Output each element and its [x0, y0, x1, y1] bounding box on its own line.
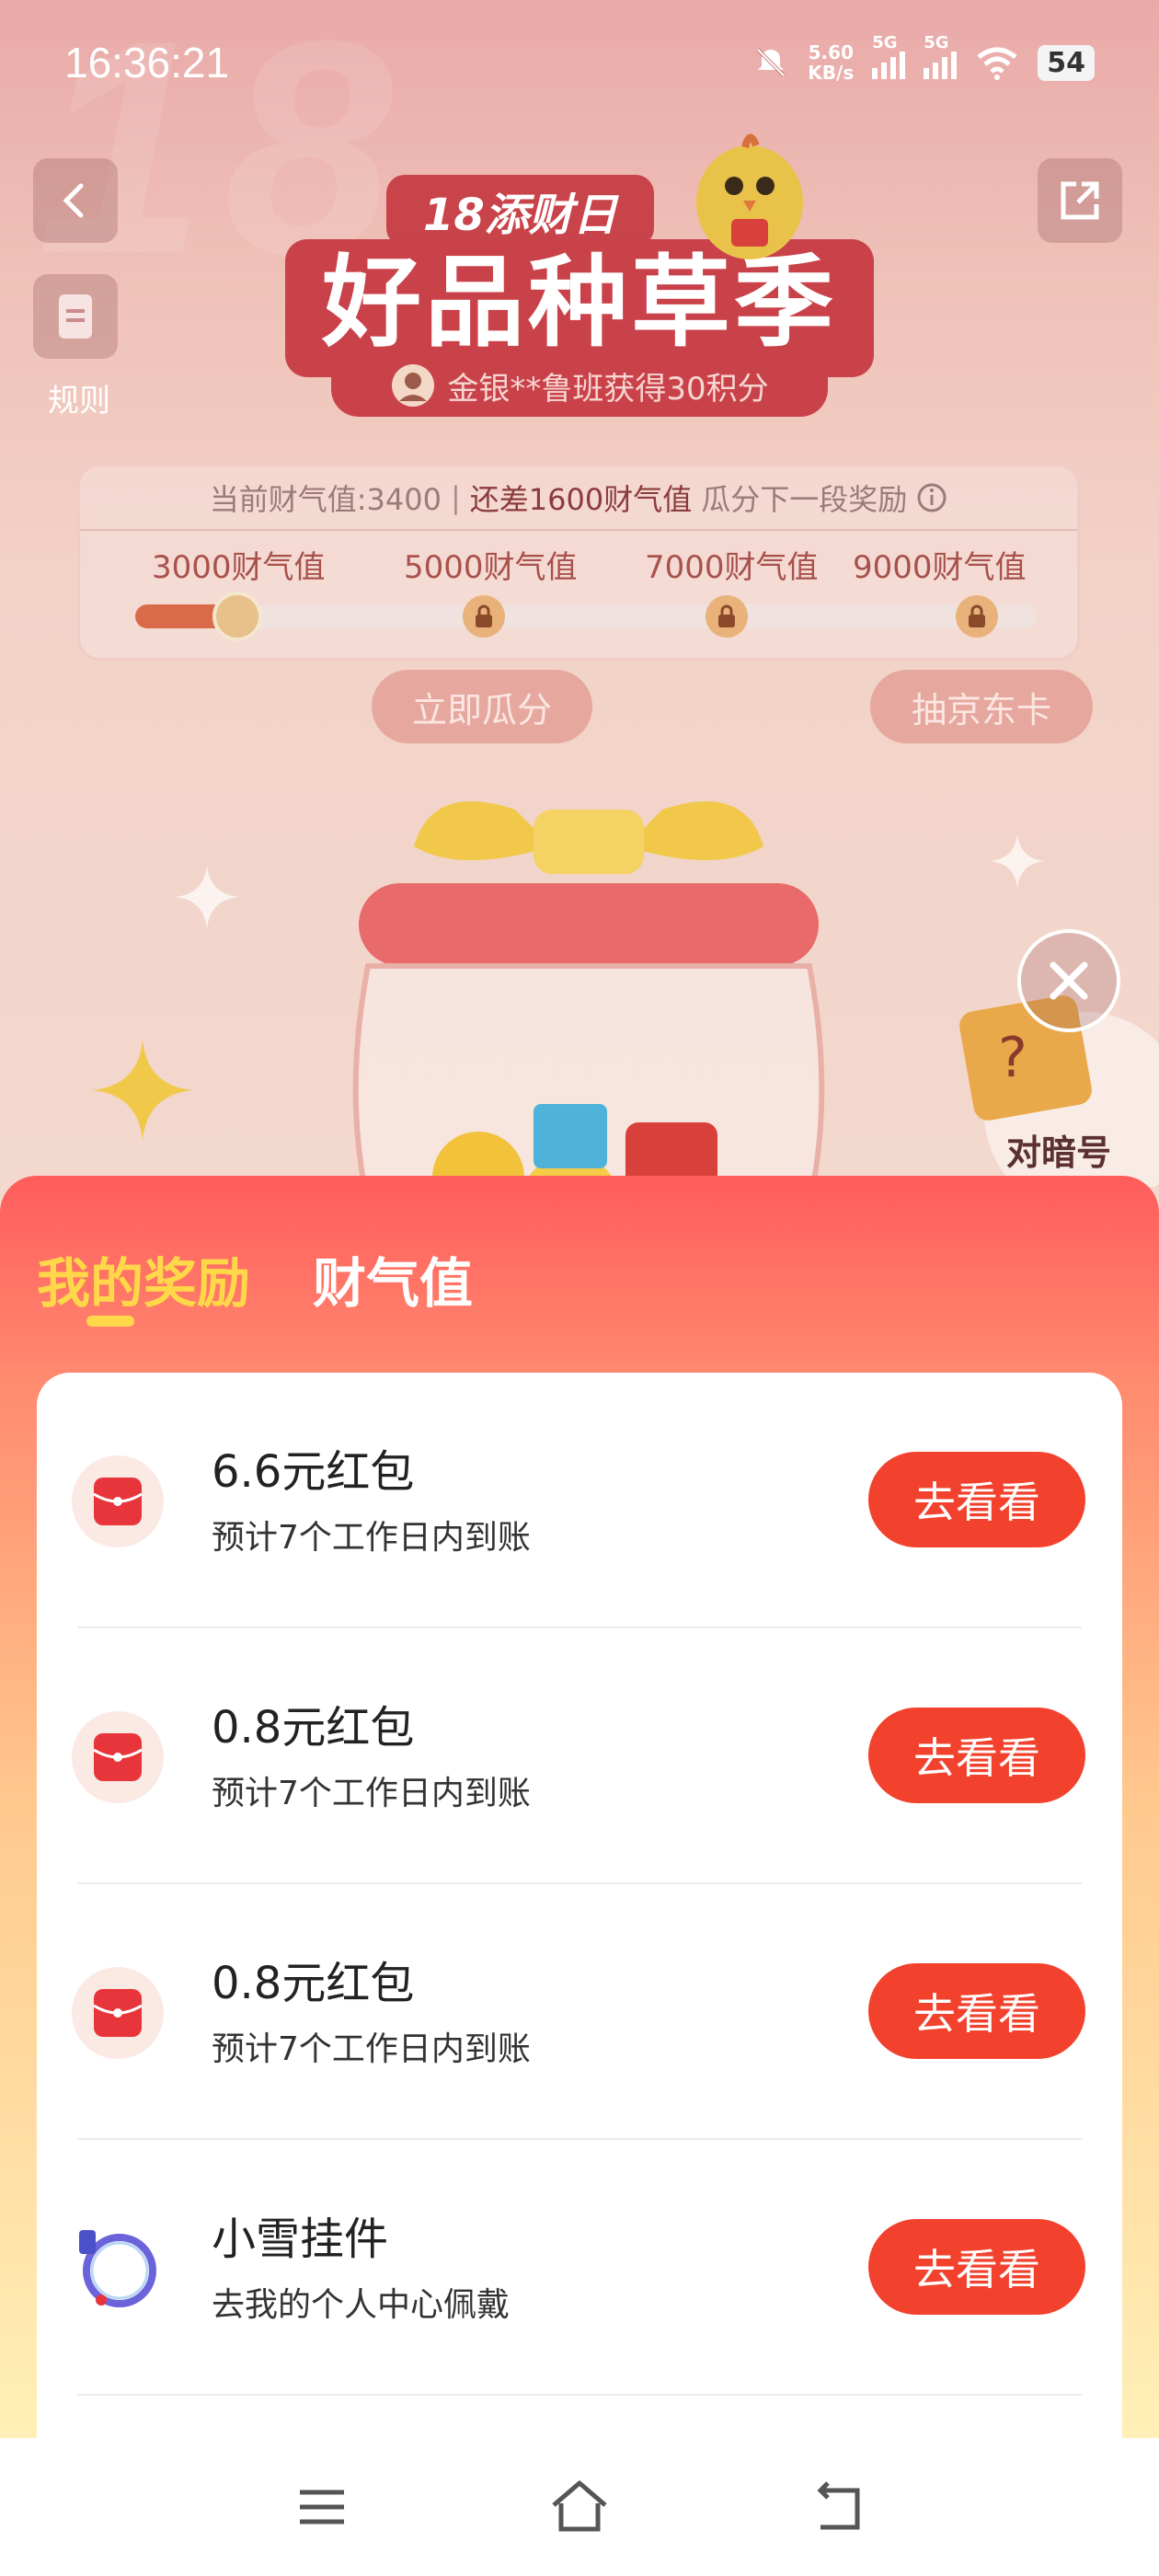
progress-track: [135, 604, 1037, 628]
milestone-label: 3000财气值: [152, 549, 326, 586]
system-navigation-bar: [0, 2438, 1159, 2576]
avatar-frame-icon: [72, 2223, 164, 2315]
code-label[interactable]: 对暗号: [1006, 1124, 1111, 1175]
reward-subtitle: 去我的个人中心佩戴: [212, 2286, 511, 2324]
lock-icon: [956, 595, 998, 638]
share-button[interactable]: [1038, 158, 1122, 243]
view-button[interactable]: 去看看: [868, 1963, 1085, 2059]
rewards-sheet: 我的奖励 财气值 6.6元红包 预计7个工作日内到账 去看看 0.8元红包 预计…: [0, 1176, 1159, 2438]
lock-icon: [706, 595, 748, 638]
list-item: 6.6元红包 预计7个工作日内到账 去看看: [37, 1373, 1122, 1628]
network-speed-value: 5.60: [808, 41, 854, 63]
status-time: 16:36:21: [64, 39, 230, 86]
milestone-label: 9000财气值: [853, 549, 1027, 586]
progress-card: 当前财气值:3400 | 还差1600财气值 瓜分下一段奖励 3000财气值 5…: [77, 464, 1080, 661]
reward-subtitle: 预计7个工作日内到账: [212, 2030, 531, 2068]
red-envelope-icon: [72, 1967, 164, 2059]
list-item: 0.8元红包 预计7个工作日内到账 去看看: [37, 1884, 1122, 2140]
user-avatar-icon: [392, 364, 435, 407]
chevron-left-icon: [63, 183, 84, 218]
sim1-label: 5G: [872, 33, 898, 52]
star-icon: [92, 1040, 193, 1141]
red-envelope-icon: [72, 1455, 164, 1547]
back-button[interactable]: [33, 158, 118, 243]
red-envelope-icon: [72, 1711, 164, 1803]
document-icon: [59, 294, 92, 339]
back-nav-icon[interactable]: [800, 2470, 874, 2544]
rules-button[interactable]: [33, 274, 118, 359]
tab-fortune-value[interactable]: 财气值: [313, 1240, 473, 1317]
svg-text:?: ?: [998, 1026, 1027, 1090]
reward-title: 0.8元红包: [212, 1702, 415, 1754]
remain-text: 还差1600财气值: [469, 482, 693, 517]
home-icon[interactable]: [543, 2470, 616, 2544]
share-icon: [1061, 181, 1099, 220]
mute-bell-icon: [756, 48, 786, 77]
view-button[interactable]: 去看看: [868, 1708, 1085, 1803]
milestone-label: 7000财气值: [645, 549, 819, 586]
event-title-card: 18添财日 好品种草季 金银**鲁班获得30积分: [276, 133, 883, 432]
event-tag: 18添财日: [386, 175, 654, 247]
sparkle-icon: [990, 834, 1045, 889]
sheet-tabs: 我的奖励 财气值: [37, 1240, 473, 1317]
lock-icon: [463, 595, 505, 638]
view-button[interactable]: 去看看: [868, 1452, 1085, 1547]
reward-title: 6.6元红包: [212, 1446, 415, 1498]
list-item: 小雪挂件 去我的个人中心佩戴 去看看: [37, 2140, 1122, 2396]
close-button[interactable]: [1017, 929, 1120, 1032]
status-icons: 5.60 KB/s 5G 5G 54: [752, 33, 1095, 83]
remain-suffix: 瓜分下一段奖励: [701, 482, 908, 517]
sim2-label: 5G: [924, 33, 949, 52]
rules-label[interactable]: 规则: [37, 375, 121, 420]
view-button[interactable]: 去看看: [868, 2219, 1085, 2315]
reward-title: 0.8元红包: [212, 1958, 415, 2009]
milestone-label: 5000财气值: [404, 549, 578, 586]
progress-header: 当前财气值:3400 | 还差1600财气值 瓜分下一段奖励: [80, 466, 1077, 531]
sparkle-icon: [175, 865, 239, 929]
status-bar: 16:36:21 5.60 KB/s 5G 5G 54: [0, 0, 1159, 125]
divider: [77, 2394, 1082, 2396]
close-icon: [1050, 961, 1088, 1000]
tab-my-rewards[interactable]: 我的奖励: [37, 1240, 250, 1317]
mascot-chick-icon: [696, 133, 803, 259]
reward-title: 小雪挂件: [212, 2214, 389, 2265]
signal-icon-2: 5G: [924, 33, 958, 79]
info-icon[interactable]: [916, 482, 947, 513]
background-page: 18 16:36:21 5.60 KB/s 5G 5G 54 规则 18添财日 …: [0, 0, 1159, 1288]
split-now-button[interactable]: 立即瓜分: [372, 670, 592, 743]
signal-icon: 5G: [872, 33, 906, 79]
menu-icon[interactable]: [285, 2470, 359, 2544]
network-speed: 5.60 KB/s: [808, 42, 854, 83]
reward-subtitle: 预计7个工作日内到账: [212, 1775, 531, 1812]
current-value-text: 当前财气值:3400: [209, 482, 442, 517]
active-tab-indicator: [86, 1316, 134, 1327]
reward-subtitle: 预计7个工作日内到账: [212, 1519, 531, 1557]
rewards-list: 6.6元红包 预计7个工作日内到账 去看看 0.8元红包 预计7个工作日内到账 …: [37, 1373, 1122, 2438]
milestone-labels: 3000财气值 5000财气值 7000财气值 9000财气值: [80, 542, 1077, 588]
progress-knob: [212, 592, 262, 641]
winner-ticker-text: 金银**鲁班获得30积分: [447, 370, 769, 408]
network-speed-unit: KB/s: [808, 62, 855, 84]
draw-jd-card-button[interactable]: 抽京东卡: [870, 670, 1093, 743]
winner-ticker: 金银**鲁班获得30积分: [331, 354, 828, 417]
battery-indicator: 54: [1038, 44, 1095, 81]
wifi-icon: [977, 47, 1017, 80]
list-item: 0.8元红包 预计7个工作日内到账 去看看: [37, 1628, 1122, 1884]
